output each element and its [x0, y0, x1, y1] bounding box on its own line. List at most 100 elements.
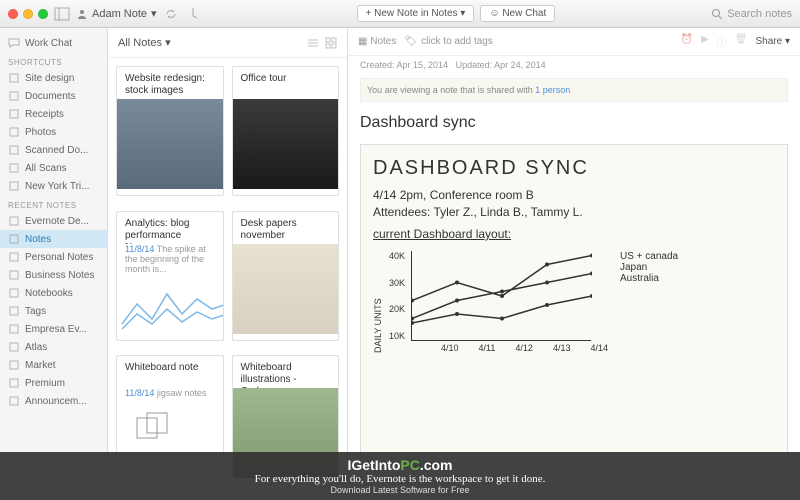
watermark-subtitle: Download Latest Software for Free — [330, 485, 469, 495]
window-controls[interactable] — [8, 9, 48, 19]
item-icon — [8, 108, 20, 120]
note-card[interactable]: Website redesign: stock images — [116, 66, 224, 196]
item-icon — [8, 215, 20, 227]
item-icon — [8, 126, 20, 138]
sidebar-nav-businessnotes[interactable]: Business Notes — [0, 266, 107, 284]
share-banner: You are viewing a note that is shared wi… — [360, 78, 788, 102]
sidebar-shortcut[interactable]: Receipts — [0, 105, 107, 123]
card-title: Office tour — [233, 67, 339, 99]
present-icon[interactable]: ▶ — [701, 34, 709, 49]
item-icon — [8, 287, 20, 299]
created-date: Created: Apr 15, 2014 — [360, 60, 448, 70]
sidebar-shortcut[interactable]: All Scans — [0, 159, 107, 177]
note-body[interactable]: DASHBOARD SYNC 4/14 2pm, Conference room… — [360, 144, 788, 496]
new-note-button[interactable]: + New Note in Notes ▾ — [357, 5, 475, 22]
watermark-tagline: For everything you'll do, Evernote is th… — [255, 473, 546, 485]
tags-input[interactable]: 🏷 click to add tags — [404, 36, 492, 47]
note-card[interactable]: Analytics: blog performance Nove...11/8/… — [116, 211, 224, 341]
card-title: Desk papers november — [233, 212, 339, 244]
sidebar-toggle-icon[interactable] — [54, 6, 70, 22]
item-icon — [8, 377, 20, 389]
notelist-title[interactable]: All Notes ▾ — [118, 36, 171, 49]
card-title: Whiteboard note — [117, 356, 223, 388]
note-title[interactable]: Dashboard sync — [348, 106, 800, 140]
new-chat-button[interactable]: ☺ New Chat — [480, 5, 555, 22]
item-icon — [8, 72, 20, 84]
item-icon — [8, 323, 20, 335]
sidebar-shortcut[interactable]: New York Tri... — [0, 177, 107, 195]
item-icon — [8, 359, 20, 371]
sketch-chart: DAILY UNITS 40K30K20K10K 4/104/114/124/1… — [373, 251, 775, 353]
reminder-icon[interactable]: ⏰ — [681, 34, 693, 49]
item-icon — [8, 269, 20, 281]
sidebar-shortcut[interactable]: Documents — [0, 87, 107, 105]
sidebar-nav-empresaev[interactable]: Empresa Ev... — [0, 320, 107, 338]
sidebar-recent[interactable]: Evernote De... — [0, 212, 107, 230]
item-icon — [8, 144, 20, 156]
sidebar-nav-announcem[interactable]: Announcem... — [0, 392, 107, 410]
item-icon — [8, 341, 20, 353]
handwriting-line: 4/14 2pm, Conference room B — [373, 188, 775, 202]
note-card[interactable]: Desk papers november — [232, 211, 340, 341]
close-icon[interactable] — [8, 9, 18, 19]
watermark-logo: IGetIntoPC.com — [347, 457, 452, 473]
notebook-selector[interactable]: ▦ Notes — [358, 36, 396, 47]
handwriting-line: Attendees: Tyler Z., Linda B., Tammy L. — [373, 205, 775, 219]
chevron-down-icon: ▾ — [151, 7, 157, 20]
minimize-icon[interactable] — [23, 9, 33, 19]
sync-icon[interactable] — [163, 6, 179, 22]
card-thumbnail — [233, 99, 339, 189]
sidebar-shortcut[interactable]: Photos — [0, 123, 107, 141]
sidebar-shortcut[interactable]: Site design — [0, 69, 107, 87]
card-title: Analytics: blog performance Nove... — [117, 212, 223, 244]
chart-ylabel: DAILY UNITS — [373, 251, 383, 353]
shortcuts-heading: SHORTCUTS — [0, 52, 107, 69]
card-thumbnail — [117, 99, 223, 189]
sidebar-nav-atlas[interactable]: Atlas — [0, 338, 107, 356]
sidebar-nav-notebooks[interactable]: Notebooks — [0, 284, 107, 302]
note-detail: ▦ Notes 🏷 click to add tags ⏰ ▶ ⓘ 🗑 Shar… — [348, 28, 800, 500]
legend-item: Japan — [620, 262, 678, 273]
item-icon — [8, 162, 20, 174]
grid-view-icon[interactable] — [325, 37, 337, 49]
account-switcher[interactable]: Adam Note ▾ — [76, 7, 157, 20]
activity-icon[interactable] — [185, 6, 201, 22]
card-date: 11/8/14 The spike at the beginning of th… — [117, 244, 223, 274]
search-input[interactable]: Search notes — [711, 8, 792, 20]
watermark-overlay: IGetIntoPC.com For everything you'll do,… — [0, 452, 800, 500]
trash-icon[interactable]: 🗑 — [735, 34, 748, 49]
recent-heading: RECENT NOTES — [0, 195, 107, 212]
sidebar-nav-tags[interactable]: Tags — [0, 302, 107, 320]
item-icon — [8, 180, 20, 192]
sidebar: Work Chat SHORTCUTS Site designDocuments… — [0, 28, 108, 500]
updated-date: Updated: Apr 24, 2014 — [456, 60, 546, 70]
handwriting-subhead: current Dashboard layout: — [373, 227, 775, 241]
legend-item: Australia — [620, 273, 678, 284]
titlebar: Adam Note ▾ + New Note in Notes ▾ ☺ New … — [0, 0, 800, 28]
card-title: Website redesign: stock images — [117, 67, 223, 99]
sidebar-nav-notes[interactable]: Notes — [0, 230, 107, 248]
legend-item: US + canada — [620, 251, 678, 262]
item-icon — [8, 305, 20, 317]
sparkline-icon — [117, 274, 223, 341]
item-icon — [8, 395, 20, 407]
share-link[interactable]: 1 person — [535, 85, 570, 95]
sidebar-nav-premium[interactable]: Premium — [0, 374, 107, 392]
sidebar-item-workchat[interactable]: Work Chat — [0, 34, 107, 52]
sidebar-nav-personalnotes[interactable]: Personal Notes — [0, 248, 107, 266]
item-icon — [8, 90, 20, 102]
sidebar-nav-market[interactable]: Market — [0, 356, 107, 374]
item-icon — [8, 233, 20, 245]
search-icon — [711, 8, 723, 20]
info-icon[interactable]: ⓘ — [717, 34, 727, 49]
share-button[interactable]: Share ▾ — [756, 36, 791, 47]
item-icon — [8, 251, 20, 263]
note-list: All Notes ▾ Website redesign: stock imag… — [108, 28, 348, 500]
card-date: 11/8/14 jigsaw notes — [117, 388, 223, 398]
note-card[interactable]: Office tour — [232, 66, 340, 196]
user-icon — [76, 8, 88, 20]
card-title: Whiteboard illustrations - Carlos... — [233, 356, 339, 388]
sidebar-shortcut[interactable]: Scanned Do... — [0, 141, 107, 159]
zoom-icon[interactable] — [38, 9, 48, 19]
list-view-icon[interactable] — [307, 37, 319, 49]
